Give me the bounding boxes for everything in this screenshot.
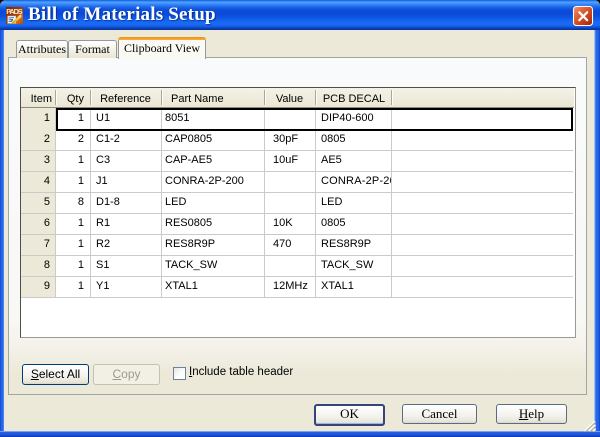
svg-text:PADS: PADS xyxy=(6,7,22,16)
